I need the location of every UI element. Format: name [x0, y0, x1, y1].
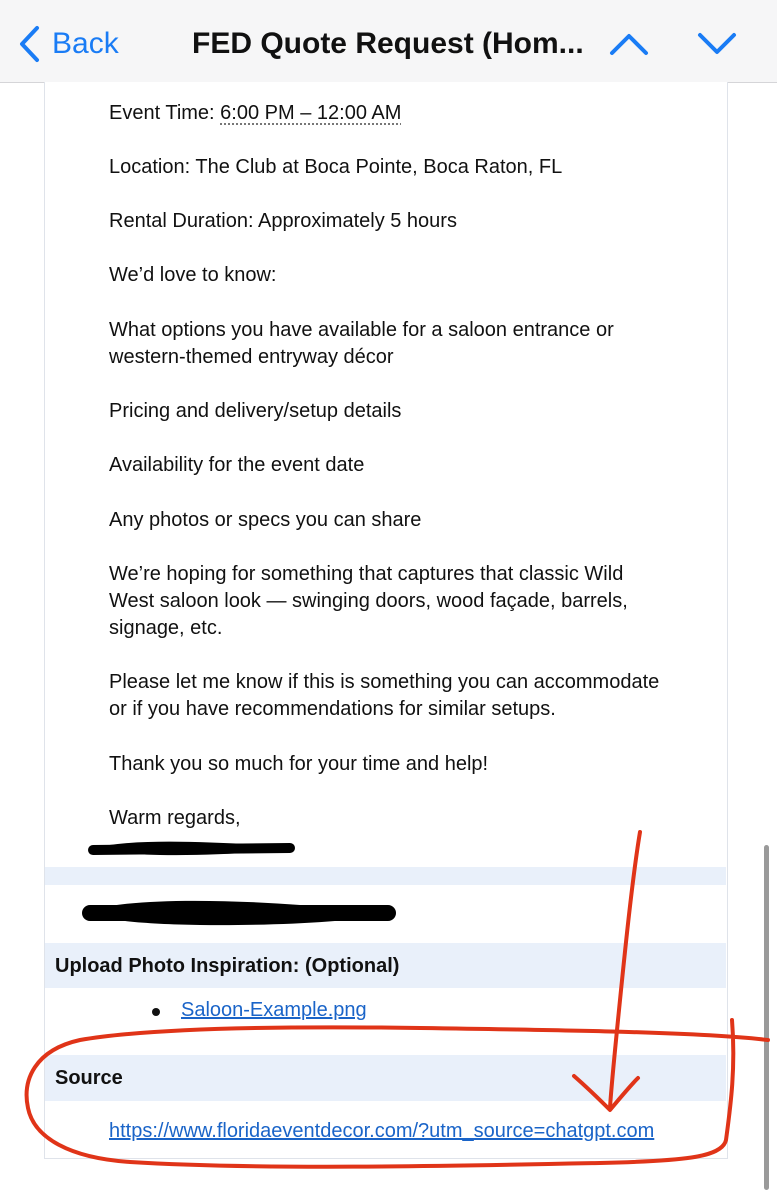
- closing-line: Warm regards,: [109, 807, 241, 829]
- hoping-line-1: We’re hoping for something that captures…: [109, 563, 624, 585]
- bullet: [152, 1008, 160, 1016]
- photos-line: Any photos or specs you can share: [109, 509, 422, 531]
- source-section-header: [45, 1055, 726, 1101]
- availability-line: Availability for the event date: [109, 454, 365, 476]
- chevron-left-icon: [20, 26, 39, 62]
- please-line-2: or if you have recommendations for simil…: [109, 698, 556, 720]
- event-time-label: Event Time:: [109, 102, 215, 124]
- back-label: Back: [52, 27, 119, 60]
- separator-band: [45, 867, 726, 885]
- love-to-know-line: We’d love to know:: [109, 264, 277, 286]
- hoping-line-2: West saloon look — swinging doors, wood …: [109, 590, 628, 612]
- source-link[interactable]: https://www.floridaeventdecor.com/?utm_s…: [109, 1120, 654, 1143]
- page-title: FED Quote Request (Hom...: [192, 27, 584, 60]
- chevron-up-icon: [610, 34, 648, 55]
- please-line-1: Please let me know if this is something …: [109, 671, 660, 693]
- event-time-line: Event Time: 6:00 PM – 12:00 AM: [109, 100, 401, 127]
- options-line-2: western-themed entryway décor: [109, 346, 394, 368]
- next-message-button[interactable]: [689, 22, 745, 66]
- rental-duration-line: Rental Duration: Approximately 5 hours: [109, 210, 457, 232]
- chevron-down-icon: [698, 33, 736, 54]
- pricing-line: Pricing and delivery/setup details: [109, 400, 402, 422]
- thanks-line: Thank you so much for your time and help…: [109, 753, 489, 775]
- source-label: Source: [55, 1067, 123, 1089]
- hoping-line-3: signage, etc.: [109, 617, 223, 639]
- back-button[interactable]: Back: [18, 22, 119, 66]
- location-line: Location: The Club at Boca Pointe, Boca …: [109, 156, 563, 178]
- scrollbar[interactable]: [764, 845, 769, 1190]
- navigation-bar: Back FED Quote Request (Hom...: [0, 0, 777, 83]
- previous-message-button[interactable]: [601, 22, 657, 66]
- event-time-value[interactable]: 6:00 PM – 12:00 AM: [220, 102, 401, 124]
- attachment-link[interactable]: Saloon-Example.png: [181, 999, 367, 1022]
- options-line-1: What options you have available for a sa…: [109, 319, 614, 341]
- upload-label: Upload Photo Inspiration: (Optional): [55, 955, 400, 977]
